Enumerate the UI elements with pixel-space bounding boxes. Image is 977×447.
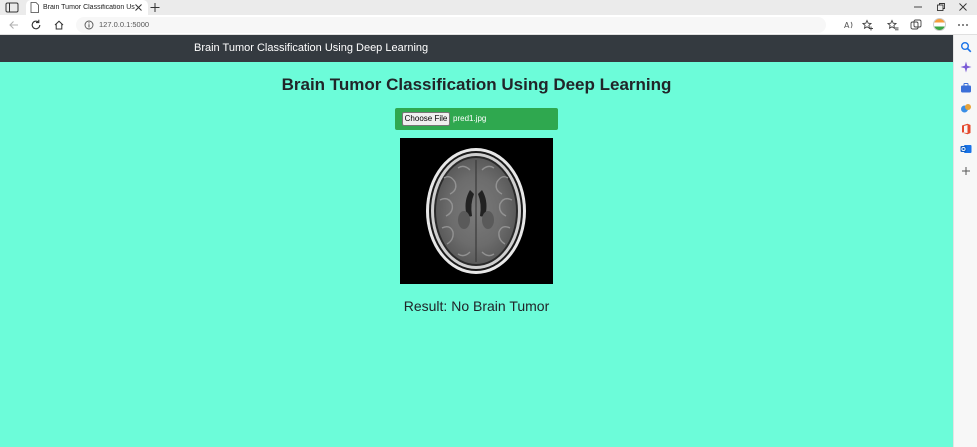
close-tab-icon[interactable] — [134, 3, 143, 12]
collections-icon[interactable] — [910, 19, 922, 31]
svg-text:A: A — [844, 21, 850, 30]
add-sidebar-app-icon[interactable] — [960, 165, 972, 177]
mri-scan-image — [400, 138, 553, 284]
home-icon[interactable] — [53, 19, 65, 31]
tools-icon[interactable] — [960, 82, 972, 94]
tab-title: Brain Tumor Classification Using Deep Le… — [43, 4, 135, 11]
add-favorite-icon[interactable] — [862, 19, 874, 31]
web-page: Brain Tumor Classification Using Deep Le… — [0, 35, 953, 447]
close-window-icon[interactable] — [958, 2, 968, 12]
address-bar[interactable]: 127.0.0.1:5000 — [76, 17, 826, 33]
site-info-icon[interactable] — [84, 20, 94, 30]
browser-tab[interactable]: Brain Tumor Classification Using Deep Le… — [26, 0, 148, 15]
selected-file-name: pred1.jpg — [453, 114, 487, 123]
edge-sidebar — [953, 35, 977, 447]
tab-actions-icon[interactable] — [5, 2, 19, 13]
restore-icon[interactable] — [936, 2, 946, 12]
back-icon[interactable] — [8, 19, 20, 31]
browser-toolbar: 127.0.0.1:5000 A — [0, 15, 977, 35]
outlook-icon[interactable] — [960, 143, 972, 155]
new-tab-icon[interactable] — [150, 2, 160, 13]
office-icon[interactable] — [960, 123, 972, 135]
read-aloud-icon[interactable]: A — [843, 19, 855, 31]
favorites-icon[interactable] — [887, 19, 899, 31]
copilot-icon[interactable] — [960, 61, 972, 73]
file-upload-container: Choose File pred1.jpg — [395, 108, 558, 130]
page-icon — [30, 2, 39, 13]
tab-strip: Brain Tumor Classification Using Deep Le… — [0, 0, 977, 15]
games-icon[interactable] — [960, 102, 972, 114]
refresh-icon[interactable] — [30, 19, 42, 31]
navbar: Brain Tumor Classification Using Deep Le… — [0, 35, 953, 62]
more-options-icon[interactable] — [957, 19, 969, 31]
minimize-icon[interactable] — [913, 2, 923, 12]
navbar-brand[interactable]: Brain Tumor Classification Using Deep Le… — [194, 42, 428, 54]
choose-file-button[interactable]: Choose File — [402, 112, 450, 126]
prediction-result: Result: No Brain Tumor — [403, 298, 550, 314]
page-title: Brain Tumor Classification Using Deep Le… — [281, 75, 672, 94]
profile-avatar[interactable] — [933, 18, 946, 31]
url-text: 127.0.0.1:5000 — [99, 20, 150, 29]
search-icon[interactable] — [960, 41, 972, 53]
